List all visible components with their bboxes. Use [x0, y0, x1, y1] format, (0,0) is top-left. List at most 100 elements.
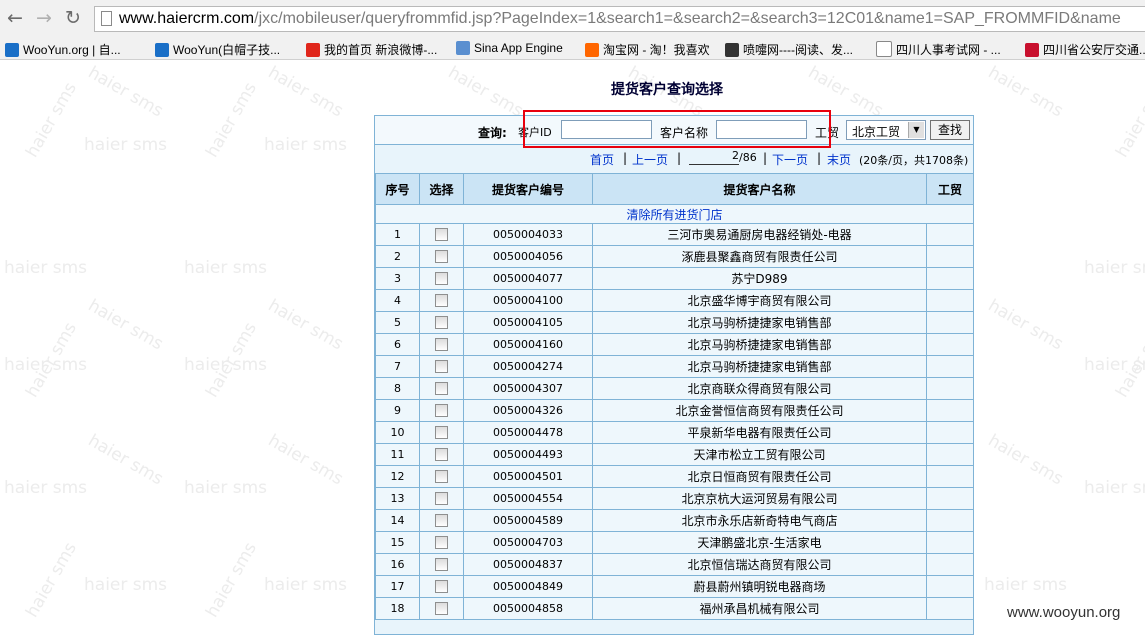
row-customer-id: 0050004056 — [463, 245, 593, 268]
col-header-select: 选择 — [419, 173, 464, 205]
row-select-checkbox[interactable] — [435, 272, 448, 286]
bookmark-item[interactable]: 淘宝网 - 淘！我喜欢 — [585, 41, 710, 57]
row-select-checkbox[interactable] — [435, 558, 448, 572]
row-select-cell[interactable] — [419, 443, 464, 466]
page-icon — [101, 11, 112, 26]
row-trade — [926, 267, 974, 290]
watermark-text: haier sms — [22, 539, 81, 621]
row-select-checkbox[interactable] — [435, 404, 448, 418]
row-select-cell[interactable] — [419, 267, 464, 290]
table-row[interactable]: 9 0050004326 北京金誉恒信商贸有限责任公司 — [375, 399, 974, 422]
row-select-checkbox[interactable] — [435, 536, 448, 550]
table-row[interactable]: 17 0050004849 蔚县蔚州镇明锐电器商场 — [375, 575, 974, 598]
row-select-checkbox[interactable] — [435, 316, 448, 330]
address-bar[interactable]: www.haiercrm.com/jxc/mobileuser/queryfro… — [94, 6, 1145, 32]
row-select-cell[interactable] — [419, 377, 464, 400]
search-button[interactable]: 查找 — [930, 120, 970, 140]
bookmark-item[interactable]: WooYun(白帽子技... — [155, 41, 280, 57]
row-number: 17 — [375, 575, 420, 598]
customer-id-input[interactable] — [561, 120, 652, 139]
table-row[interactable]: 7 0050004274 北京马驹桥捷捷家电销售部 — [375, 355, 974, 378]
row-trade — [926, 333, 974, 356]
row-customer-id: 0050004100 — [463, 289, 593, 312]
row-customer-name: 福州承昌机械有限公司 — [592, 597, 927, 620]
row-select-cell[interactable] — [419, 311, 464, 334]
table-row[interactable]: 2 0050004056 涿鹿县聚鑫商贸有限责任公司 — [375, 245, 974, 268]
row-select-cell[interactable] — [419, 575, 464, 598]
clear-all-stores-link[interactable]: 清除所有进货门店 — [375, 204, 974, 224]
row-select-checkbox[interactable] — [435, 228, 448, 242]
customer-name-input[interactable] — [716, 120, 807, 139]
page-number-input[interactable]: 2 — [689, 149, 739, 165]
table-row[interactable]: 5 0050004105 北京马驹桥捷捷家电销售部 — [375, 311, 974, 334]
page-icon — [876, 41, 892, 57]
trade-select[interactable]: 北京工贸 ▼ — [846, 120, 926, 140]
row-select-cell[interactable] — [419, 465, 464, 488]
row-select-cell[interactable] — [419, 531, 464, 554]
table-row[interactable]: 16 0050004837 北京恒信瑞达商贸有限公司 — [375, 553, 974, 576]
table-row[interactable]: 4 0050004100 北京盛华博宇商贸有限公司 — [375, 289, 974, 312]
row-select-checkbox[interactable] — [435, 250, 448, 264]
row-select-cell[interactable] — [419, 245, 464, 268]
row-select-checkbox[interactable] — [435, 514, 448, 528]
row-select-cell[interactable] — [419, 333, 464, 356]
table-row[interactable]: 3 0050004077 苏宁D989 — [375, 267, 974, 290]
table-row[interactable]: 1 0050004033 三河市奥易通厨房电器经销处-电器 — [375, 223, 974, 246]
pager-first-link[interactable]: 首页 — [590, 151, 614, 168]
pager-summary: (20条/页，共1708条) — [859, 154, 969, 167]
row-select-cell[interactable] — [419, 399, 464, 422]
table-row[interactable]: 18 0050004858 福州承昌机械有限公司 — [375, 597, 974, 620]
watermark-text: haier sms — [184, 258, 268, 278]
row-select-checkbox[interactable] — [435, 470, 448, 484]
row-number: 9 — [375, 399, 420, 422]
row-select-cell[interactable] — [419, 509, 464, 532]
reload-icon[interactable]: ↻ — [63, 8, 83, 28]
table-row[interactable]: 14 0050004589 北京市永乐店新奇特电气商店 — [375, 509, 974, 532]
back-arrow-icon[interactable]: ← — [5, 8, 25, 28]
row-select-checkbox[interactable] — [435, 448, 448, 462]
table-row[interactable]: 10 0050004478 平泉新华电器有限责任公司 — [375, 421, 974, 444]
forward-arrow-icon[interactable]: → — [34, 8, 54, 28]
row-select-checkbox[interactable] — [435, 492, 448, 506]
row-select-cell[interactable] — [419, 487, 464, 510]
row-select-cell[interactable] — [419, 355, 464, 378]
bookmark-item[interactable]: Sina App Engine — [456, 41, 563, 57]
row-customer-id: 0050004858 — [463, 597, 593, 620]
row-customer-name: 北京恒信瑞达商贸有限公司 — [592, 553, 927, 576]
row-select-checkbox[interactable] — [435, 580, 448, 594]
bookmark-item[interactable]: 四川人事考试网 - ... — [876, 41, 1001, 57]
row-select-checkbox[interactable] — [435, 382, 448, 396]
row-customer-name: 北京马驹桥捷捷家电销售部 — [592, 311, 927, 334]
row-trade — [926, 377, 974, 400]
row-select-checkbox[interactable] — [435, 338, 448, 352]
row-select-checkbox[interactable] — [435, 294, 448, 308]
chevron-down-icon[interactable]: ▼ — [908, 122, 924, 138]
pager-prev-link[interactable]: 上一页 — [632, 151, 668, 168]
bookmark-item[interactable]: WooYun.org | 自... — [5, 41, 121, 57]
row-select-cell[interactable] — [419, 223, 464, 246]
row-customer-name: 平泉新华电器有限责任公司 — [592, 421, 927, 444]
table-row[interactable]: 11 0050004493 天津市松立工贸有限公司 — [375, 443, 974, 466]
table-row[interactable]: 8 0050004307 北京商联众得商贸有限公司 — [375, 377, 974, 400]
row-select-cell[interactable] — [419, 421, 464, 444]
customer-table: 序号 选择 提货客户编号 提货客户名称 工贸 清除所有进货门店 1 0050004… — [375, 173, 974, 620]
row-customer-id: 0050004501 — [463, 465, 593, 488]
table-row[interactable]: 13 0050004554 北京京杭大运河贸易有限公司 — [375, 487, 974, 510]
row-select-checkbox[interactable] — [435, 360, 448, 374]
row-select-checkbox[interactable] — [435, 602, 448, 616]
table-row[interactable]: 12 0050004501 北京日恒商贸有限责任公司 — [375, 465, 974, 488]
pager-last-link[interactable]: 末页 — [827, 151, 851, 168]
watermark-text: haier sms — [444, 62, 527, 122]
pager-next-link[interactable]: 下一页 — [772, 151, 808, 168]
row-customer-id: 0050004033 — [463, 223, 593, 246]
row-select-cell[interactable] — [419, 289, 464, 312]
row-select-cell[interactable] — [419, 553, 464, 576]
bookmark-item[interactable]: 我的首页 新浪微博-... — [306, 41, 437, 57]
bookmark-item[interactable]: 四川省公安厅交通... — [1025, 41, 1145, 57]
table-row[interactable]: 15 0050004703 天津鹏盛北京-生活家电 — [375, 531, 974, 554]
row-select-cell[interactable] — [419, 597, 464, 620]
row-number: 4 — [375, 289, 420, 312]
bookmark-item[interactable]: 喷嚏网----阅读、发... — [725, 41, 853, 57]
row-select-checkbox[interactable] — [435, 426, 448, 440]
table-row[interactable]: 6 0050004160 北京马驹桥捷捷家电销售部 — [375, 333, 974, 356]
